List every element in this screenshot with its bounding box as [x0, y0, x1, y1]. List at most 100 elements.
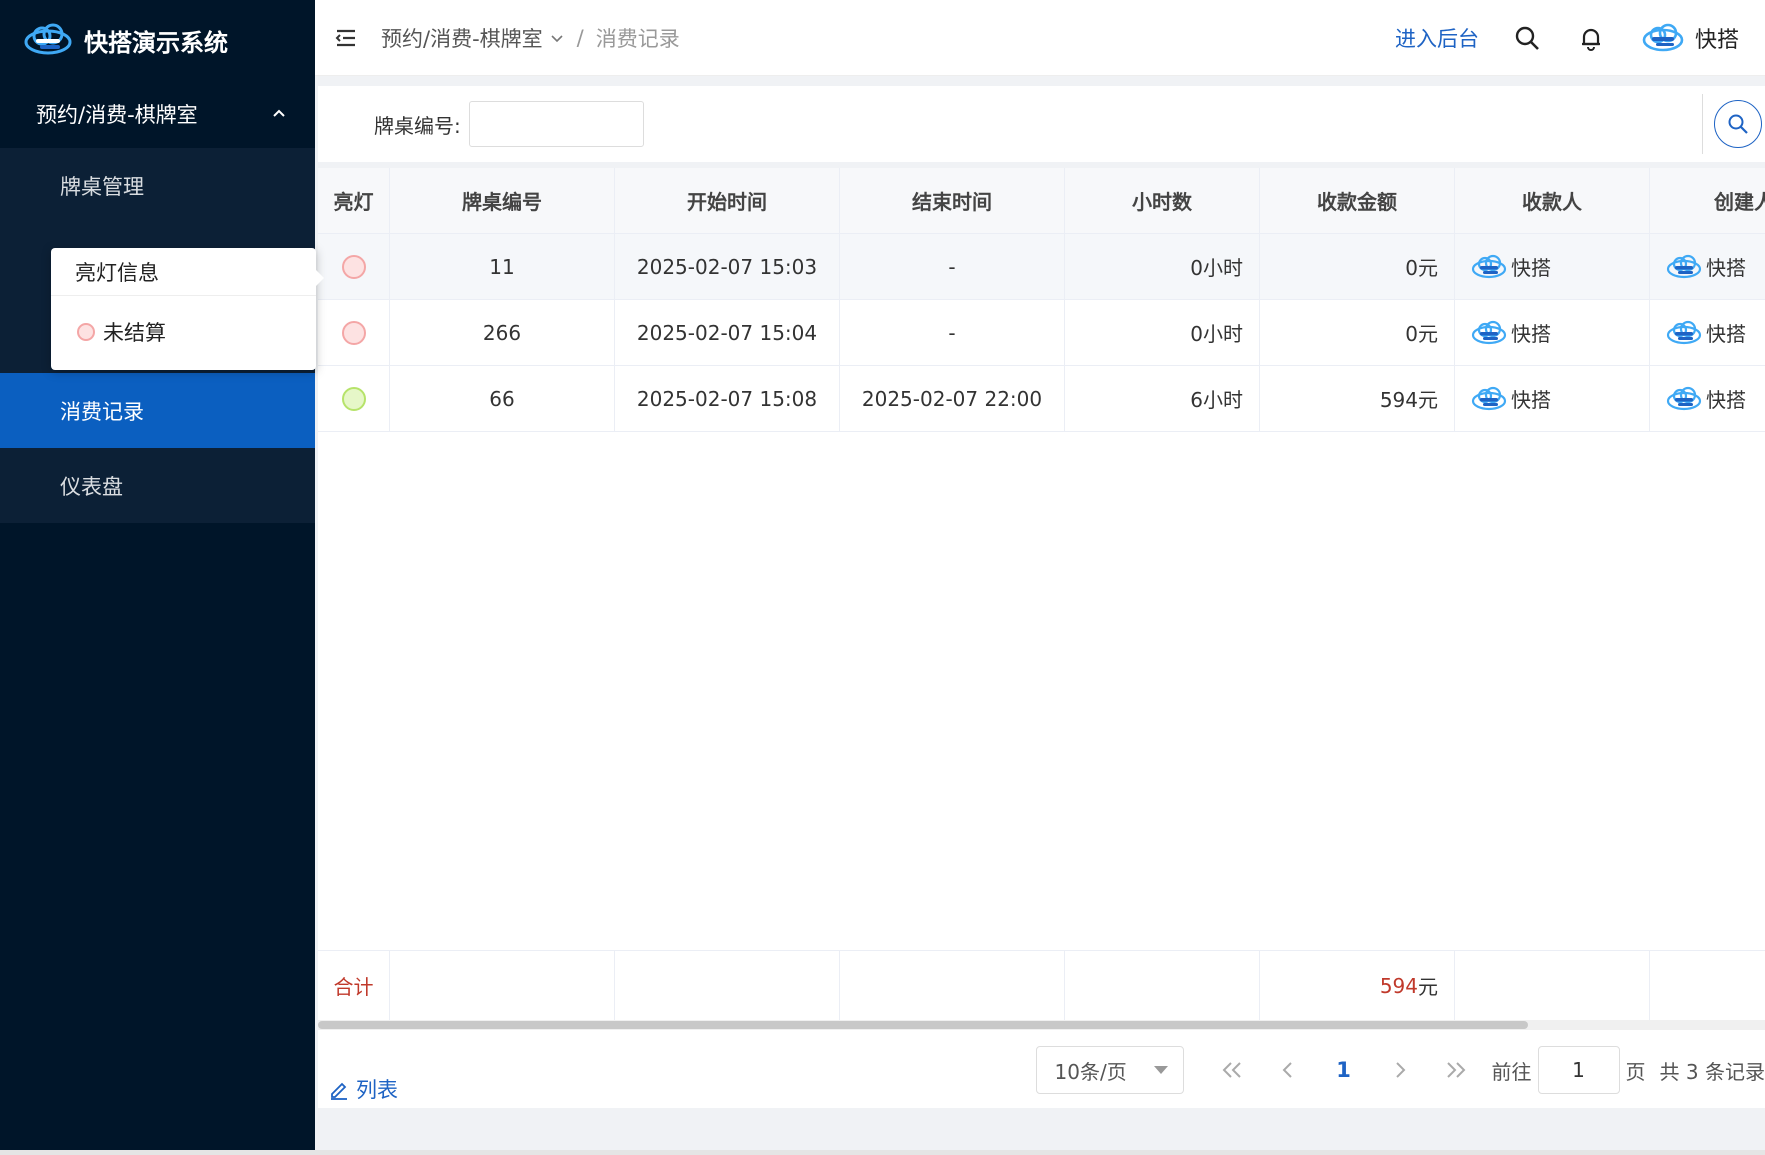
table-no-cell: 66	[390, 366, 615, 431]
search-icon[interactable]	[1513, 24, 1541, 52]
username[interactable]: 快搭	[1695, 22, 1739, 54]
page-size-select[interactable]: 10条/页	[1035, 1046, 1184, 1094]
user-chip[interactable]: 快搭	[1666, 252, 1746, 281]
table-row[interactable]: 66 2025-02-07 15:08 2025-02-07 22:00 6小时…	[318, 366, 1765, 432]
summary-empty-cell	[840, 951, 1065, 1020]
payee-cell: 快搭	[1455, 234, 1650, 299]
payee-name: 快搭	[1511, 322, 1551, 346]
bell-icon[interactable]	[1577, 24, 1605, 52]
page-size-value: 10条/页	[1054, 1059, 1127, 1084]
cloud-logo-icon	[24, 23, 72, 55]
table-no-input[interactable]	[468, 101, 644, 147]
creator-cell: 快搭	[1650, 366, 1765, 431]
goto-prefix: 前往	[1491, 1059, 1532, 1084]
summary-row: 合计 594 元	[318, 950, 1765, 1020]
breadcrumb: 预约/消费-棋牌室 / 消费记录	[381, 23, 680, 53]
menu-fold-icon[interactable]	[331, 23, 361, 53]
user-chip[interactable]: 快搭	[1666, 318, 1746, 347]
menu-group-booking[interactable]: 预约/消费-棋牌室	[0, 80, 315, 148]
col-header-amount[interactable]: 收款金额	[1260, 168, 1455, 233]
end-time-cell: -	[840, 300, 1065, 365]
table-row[interactable]: 266 2025-02-07 15:04 - 0小时 0元 快搭 快搭	[318, 300, 1765, 366]
sidebar-item-label: 消费记录	[60, 399, 144, 424]
red-dot-icon	[77, 323, 95, 341]
light-cell	[318, 366, 390, 431]
amount-cell: 594元	[1260, 366, 1455, 431]
creator-cell: 快搭	[1650, 300, 1765, 365]
summary-empty-cell	[1650, 951, 1765, 1020]
col-header-table-no[interactable]: 牌桌编号	[390, 168, 615, 233]
user-avatar-icon	[1471, 254, 1507, 278]
page-number-current[interactable]: 1	[1316, 1058, 1372, 1082]
list-link-label: 列表	[356, 1078, 398, 1102]
col-header-payee[interactable]: 收款人	[1455, 168, 1650, 233]
chevron-up-icon	[273, 109, 285, 117]
table-no-cell: 11	[390, 234, 615, 299]
table-header-row: 亮灯 牌桌编号 开始时间 结束时间 小时数 收款金额 收款人 创建人	[318, 168, 1765, 234]
user-chip[interactable]: 快搭	[1666, 384, 1746, 413]
creator-name: 快搭	[1706, 322, 1746, 346]
prev-page-button[interactable]	[1260, 1046, 1316, 1094]
total-records: 共 3 条记录	[1659, 1059, 1765, 1084]
scrollbar-thumb[interactable]	[318, 1021, 1528, 1029]
payee-name: 快搭	[1511, 388, 1551, 412]
list-link[interactable]: 列表	[328, 1074, 398, 1104]
user-chip[interactable]: 快搭	[1471, 318, 1551, 347]
summary-amount-unit: 元	[1418, 975, 1438, 999]
menu-group-label: 预约/消费-棋牌室	[36, 103, 198, 127]
col-header-start[interactable]: 开始时间	[615, 168, 840, 233]
header-actions: 进入后台 快搭	[1395, 22, 1765, 54]
light-cell	[318, 234, 390, 299]
summary-amount-cell: 594 元	[1260, 951, 1455, 1020]
creator-name: 快搭	[1706, 388, 1746, 412]
table-row[interactable]: 11 2025-02-07 15:03 - 0小时 0元 快搭 快搭	[318, 234, 1765, 300]
search-button[interactable]	[1714, 100, 1762, 148]
pagination: 10条/页 1 前往 1 页 共 3 条记录	[1035, 1046, 1765, 1094]
breadcrumb-parent[interactable]: 预约/消费-棋牌室	[381, 23, 543, 53]
sidebar-item-label: 仪表盘	[60, 474, 123, 499]
bottom-strip	[0, 1150, 1765, 1155]
records-table: 亮灯 牌桌编号 开始时间 结束时间 小时数 收款金额 收款人 创建人 11 20…	[318, 168, 1765, 1030]
user-chip[interactable]: 快搭	[1471, 252, 1551, 281]
next-page-button[interactable]	[1372, 1046, 1428, 1094]
summary-amount-value: 594	[1379, 973, 1418, 998]
admin-link[interactable]: 进入后台	[1395, 23, 1479, 53]
chevron-left-icon	[1282, 1062, 1292, 1078]
payee-name: 快搭	[1511, 256, 1551, 280]
horizontal-scrollbar[interactable]	[318, 1020, 1765, 1030]
chevron-right-icon	[1395, 1062, 1405, 1078]
payee-cell: 快搭	[1455, 366, 1650, 431]
chevron-down-icon[interactable]	[549, 30, 565, 46]
filter-bar: 牌桌编号:	[318, 86, 1765, 162]
sidebar-item-consumption-records[interactable]: 消费记录	[0, 373, 315, 448]
popover-legend-row: 未结算	[51, 296, 316, 368]
search-icon	[1728, 114, 1748, 134]
popover-title: 亮灯信息	[51, 248, 316, 296]
goto-page-input[interactable]: 1	[1537, 1046, 1620, 1094]
creator-cell: 快搭	[1650, 234, 1765, 299]
hours-cell: 0小时	[1065, 234, 1260, 299]
goto-suffix: 页	[1625, 1059, 1646, 1084]
top-header: 预约/消费-棋牌室 / 消费记录 进入后台 快搭	[315, 0, 1765, 76]
user-avatar-icon	[1471, 386, 1507, 410]
green-light-icon	[341, 386, 366, 411]
breadcrumb-separator: /	[576, 25, 584, 50]
red-light-icon	[341, 254, 366, 279]
col-header-end[interactable]: 结束时间	[840, 168, 1065, 233]
user-avatar-icon	[1471, 320, 1507, 344]
table-no-label: 牌桌编号:	[374, 113, 461, 138]
sidebar-item-dashboard[interactable]: 仪表盘	[0, 448, 315, 523]
summary-label: 合计	[318, 951, 390, 1020]
start-time-cell: 2025-02-07 15:03	[615, 234, 840, 299]
user-chip[interactable]: 快搭	[1471, 384, 1551, 413]
user-avatar-icon	[1666, 254, 1702, 278]
summary-empty-cell	[390, 951, 615, 1020]
avatar[interactable]	[1641, 23, 1685, 53]
col-header-hours[interactable]: 小时数	[1065, 168, 1260, 233]
first-page-button[interactable]	[1204, 1046, 1260, 1094]
light-cell	[318, 300, 390, 365]
col-header-creator[interactable]: 创建人	[1650, 168, 1765, 233]
sidebar-item-tables[interactable]: 牌桌管理	[0, 148, 315, 223]
last-page-button[interactable]	[1428, 1046, 1484, 1094]
app-logo[interactable]: 快搭演示系统	[0, 0, 315, 80]
